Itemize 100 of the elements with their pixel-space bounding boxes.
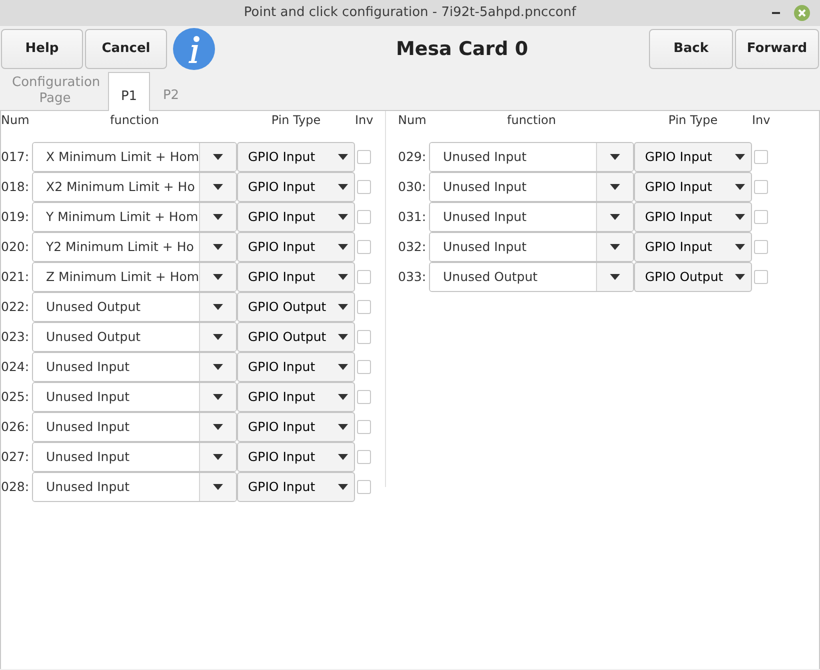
dropdown-button[interactable] (199, 173, 236, 201)
pin-number: 018: (1, 178, 30, 196)
close-icon[interactable] (794, 5, 810, 21)
caret-icon (213, 334, 223, 340)
function-combo[interactable]: Unused Input (429, 202, 634, 232)
dropdown-button[interactable] (199, 473, 236, 501)
pin-type-dropdown[interactable]: GPIO Input (237, 472, 355, 502)
column-header: Pin Type (271, 113, 321, 127)
pin-type-dropdown[interactable]: GPIO Input (634, 172, 752, 202)
dropdown-button[interactable] (199, 143, 236, 171)
function-combo[interactable]: Z Minimum Limit + Hom (32, 262, 237, 292)
toolbar-button[interactable]: Back (649, 29, 733, 69)
function-combo[interactable]: Y2 Minimum Limit + Ho (32, 232, 237, 262)
invert-checkbox[interactable] (357, 420, 371, 434)
pin-type-dropdown[interactable]: GPIO Input (237, 202, 355, 232)
caret-icon (610, 244, 620, 250)
dropdown-button[interactable] (199, 293, 236, 321)
dropdown-button[interactable] (596, 143, 633, 171)
invert-checkbox[interactable] (754, 180, 768, 194)
pin-number: 024: (1, 358, 30, 376)
function-combo[interactable]: Unused Input (32, 442, 237, 472)
invert-checkbox[interactable] (357, 390, 371, 404)
function-combo[interactable]: Unused Input (32, 472, 237, 502)
pin-type-dropdown[interactable]: GPIO Output (237, 292, 355, 322)
invert-checkbox[interactable] (357, 330, 371, 344)
function-combo[interactable]: Unused Input (429, 232, 634, 262)
invert-checkbox[interactable] (754, 270, 768, 284)
caret-icon (735, 214, 745, 220)
toolbar-button[interactable]: Cancel (85, 29, 167, 69)
pin-type-dropdown[interactable]: GPIO Input (237, 382, 355, 412)
dropdown-button[interactable] (596, 263, 633, 291)
pin-type-dropdown[interactable]: GPIO Input (237, 442, 355, 472)
function-combo[interactable]: X2 Minimum Limit + Ho (32, 172, 237, 202)
function-combo[interactable]: Unused Output (429, 262, 634, 292)
invert-checkbox[interactable] (357, 450, 371, 464)
dropdown-button[interactable] (596, 203, 633, 231)
pin-type-dropdown[interactable]: GPIO Input (237, 232, 355, 262)
invert-checkbox[interactable] (357, 480, 371, 494)
dropdown-button[interactable] (199, 443, 236, 471)
function-combo[interactable]: Unused Input (32, 352, 237, 382)
pin-number: 032: (398, 238, 428, 256)
invert-checkbox[interactable] (357, 270, 371, 284)
pin-type-dropdown[interactable]: GPIO Input (237, 172, 355, 202)
column-header: Num (398, 113, 426, 127)
dropdown-button[interactable] (199, 413, 236, 441)
invert-checkbox[interactable] (357, 150, 371, 164)
invert-checkbox[interactable] (357, 210, 371, 224)
caret-icon (735, 184, 745, 190)
caret-icon (338, 484, 348, 490)
pin-type-dropdown[interactable]: GPIO Output (634, 262, 752, 292)
pin-type-dropdown[interactable]: GPIO Output (237, 322, 355, 352)
caret-icon (213, 304, 223, 310)
dropdown-button[interactable] (596, 173, 633, 201)
caret-icon (735, 274, 745, 280)
pin-type-dropdown[interactable]: GPIO Input (237, 262, 355, 292)
invert-checkbox[interactable] (357, 240, 371, 254)
invert-checkbox[interactable] (754, 150, 768, 164)
function-combo[interactable]: Y Minimum Limit + Hom (32, 202, 237, 232)
pin-type-dropdown[interactable]: GPIO Input (237, 352, 355, 382)
dropdown-button[interactable] (199, 203, 236, 231)
column-header: Inv (355, 113, 374, 127)
dropdown-button[interactable] (199, 383, 236, 411)
caret-icon (213, 184, 223, 190)
toolbar-button[interactable]: Forward (735, 29, 819, 69)
function-combo[interactable]: Unused Input (32, 412, 237, 442)
invert-checkbox[interactable] (357, 300, 371, 314)
tab[interactable]: P1 (108, 72, 150, 111)
invert-checkbox[interactable] (357, 180, 371, 194)
invert-checkbox[interactable] (357, 360, 371, 374)
pin-number: 023: (1, 328, 30, 346)
pin-type-dropdown[interactable]: GPIO Input (634, 142, 752, 172)
function-combo[interactable]: Unused Input (429, 142, 634, 172)
function-combo[interactable]: X Minimum Limit + Hom (32, 142, 237, 172)
function-combo[interactable]: Unused Output (32, 322, 237, 352)
invert-checkbox[interactable] (754, 240, 768, 254)
pin-number: 026: (1, 418, 30, 436)
caret-icon (213, 364, 223, 370)
function-combo[interactable]: Unused Input (429, 172, 634, 202)
caret-icon (213, 454, 223, 460)
invert-checkbox[interactable] (754, 210, 768, 224)
caret-icon (610, 154, 620, 160)
pin-type-dropdown[interactable]: GPIO Input (237, 412, 355, 442)
dropdown-button[interactable] (199, 353, 236, 381)
dropdown-button[interactable] (596, 233, 633, 261)
pin-type-dropdown[interactable]: GPIO Input (634, 202, 752, 232)
dropdown-button[interactable] (199, 323, 236, 351)
pin-type-dropdown[interactable]: GPIO Input (634, 232, 752, 262)
pin-number: 017: (1, 148, 30, 166)
caret-icon (338, 334, 348, 340)
pin-number: 025: (1, 388, 30, 406)
caret-icon (213, 394, 223, 400)
function-combo[interactable]: Unused Input (32, 382, 237, 412)
dropdown-button[interactable] (199, 263, 236, 291)
column-header: function (110, 113, 160, 127)
pin-type-dropdown[interactable]: GPIO Input (237, 142, 355, 172)
function-combo[interactable]: Unused Output (32, 292, 237, 322)
caret-icon (213, 424, 223, 430)
caret-icon (213, 484, 223, 490)
toolbar-button[interactable]: Help (1, 29, 83, 69)
dropdown-button[interactable] (199, 233, 236, 261)
